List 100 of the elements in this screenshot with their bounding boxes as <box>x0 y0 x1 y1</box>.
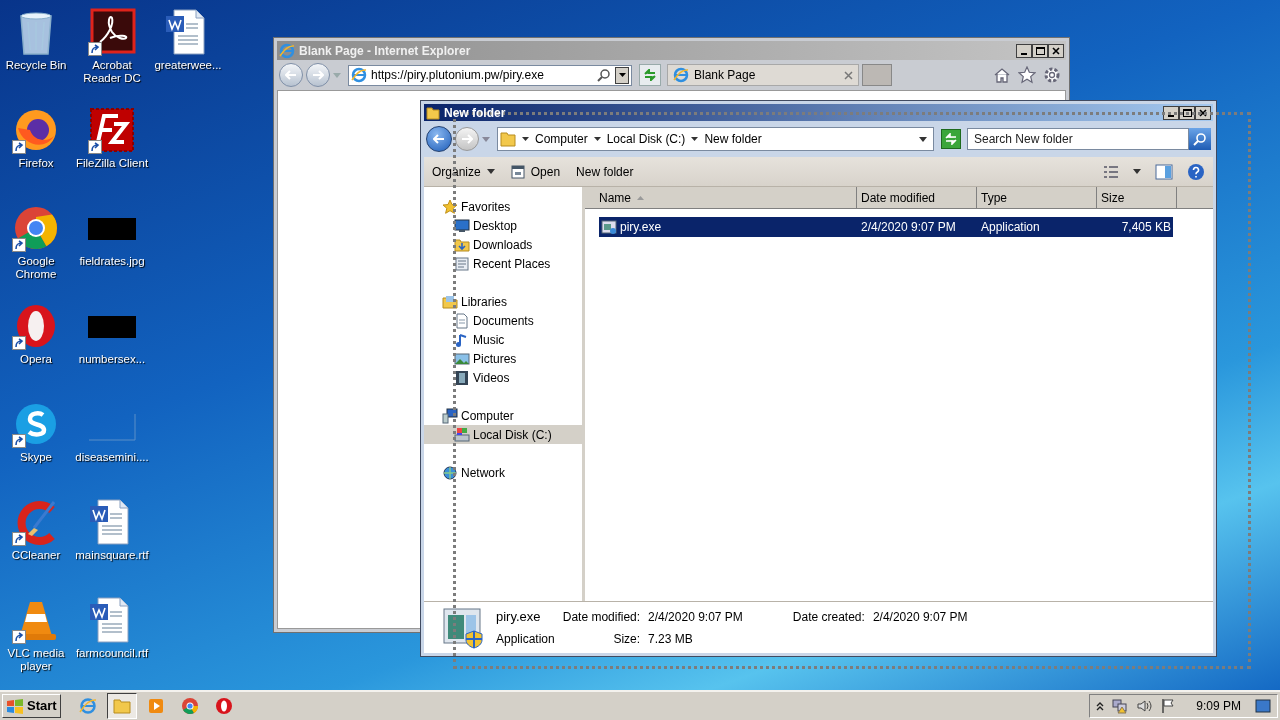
window-title: New folder <box>444 105 506 120</box>
desktop-shortcut[interactable]: Opera <box>0 298 74 366</box>
desktop-shortcut[interactable]: diseasemini.... <box>74 396 150 464</box>
desktop-shortcut[interactable]: CCleaner <box>0 494 74 562</box>
desktop-shortcut[interactable]: Acrobat Reader DC <box>74 4 150 85</box>
settings-icon[interactable] <box>1043 66 1061 84</box>
desktop-shortcut[interactable]: greaterwee... <box>150 4 226 72</box>
dropdown-button[interactable] <box>615 66 629 84</box>
desktop-shortcut[interactable]: Recycle Bin <box>0 4 74 72</box>
field-label: Size: <box>612 631 641 649</box>
folder-icon <box>500 131 516 147</box>
navigation-item[interactable]: Recent Places <box>424 254 582 273</box>
maximize-button[interactable] <box>1179 105 1195 120</box>
preview-pane-icon[interactable] <box>1155 163 1173 180</box>
close-button[interactable] <box>1195 105 1211 120</box>
caret-icon[interactable] <box>691 136 699 142</box>
desktop-shortcut[interactable]: FileZilla Client <box>74 102 150 170</box>
flag-icon[interactable] <box>1160 698 1177 714</box>
search-field[interactable]: Search New folder <box>967 128 1189 150</box>
navigation-item[interactable]: Network <box>424 463 582 482</box>
file-name: piry.exe <box>496 607 542 626</box>
ie-logo-icon <box>279 42 295 59</box>
search-icon[interactable] <box>597 68 611 82</box>
navigation-item[interactable]: Local Disk (C:) <box>424 425 582 444</box>
taskbar-button[interactable] <box>106 693 137 719</box>
chrome-icon <box>180 697 199 715</box>
media-player-icon <box>146 697 165 715</box>
search-button[interactable] <box>1189 128 1211 150</box>
desktop-shortcut[interactable]: Firefox <box>0 102 74 170</box>
forward-button[interactable] <box>306 63 330 87</box>
window-title: Blank Page - Internet Explorer <box>299 42 472 60</box>
start-button[interactable]: Start <box>2 694 61 718</box>
filezilla-icon <box>88 106 136 154</box>
close-button[interactable] <box>1048 43 1064 58</box>
navigation-item[interactable]: Computer <box>424 406 582 425</box>
caret-icon[interactable] <box>522 136 529 142</box>
navigation-item[interactable]: Videos <box>424 368 582 387</box>
toolbar-button[interactable]: Open <box>510 162 561 181</box>
navigation-item[interactable]: Libraries <box>424 292 582 311</box>
caret-icon[interactable] <box>593 136 601 142</box>
navigation-item[interactable]: Downloads <box>424 235 582 254</box>
maximize-icon <box>1182 108 1192 117</box>
desktop-shortcut[interactable]: Skype <box>0 396 74 464</box>
desktop-shortcut[interactable]: fieldrates.jpg <box>74 200 150 268</box>
address-bar[interactable]: Computer Local Disk (C:) New folder <box>497 127 934 151</box>
navigation-item[interactable]: Desktop <box>424 216 582 235</box>
desktop-shortcut[interactable]: VLC media player <box>0 592 74 673</box>
window-icon <box>510 164 525 179</box>
desktop-shortcut[interactable]: mainsquare.rtf <box>74 494 150 562</box>
field-label: Date created: <box>792 608 865 626</box>
speaker-icon[interactable] <box>1136 698 1153 714</box>
file-type: Application <box>980 219 1041 236</box>
view-options-icon[interactable] <box>1103 164 1119 179</box>
monitor-icon <box>454 217 470 234</box>
minimize-button[interactable] <box>1163 105 1179 120</box>
refresh-button[interactable] <box>941 129 961 149</box>
star-icon[interactable] <box>1018 66 1036 84</box>
breadcrumb-item[interactable]: Computer <box>535 130 588 148</box>
recent-places-icon <box>454 255 470 272</box>
field-value: 2/4/2020 9:07 PM <box>648 608 744 626</box>
clock[interactable]: 9:09 PM <box>1196 697 1241 715</box>
back-button[interactable] <box>426 126 452 152</box>
refresh-button[interactable] <box>639 64 661 86</box>
column-header[interactable]: Size <box>1097 187 1177 209</box>
home-icon[interactable] <box>993 67 1011 83</box>
caret-icon[interactable] <box>1133 169 1141 174</box>
caret-icon <box>486 169 495 174</box>
desktop-shortcut[interactable]: farmcouncil.rtf <box>74 592 150 660</box>
column-header[interactable]: Type <box>977 187 1097 209</box>
close-tab-icon[interactable] <box>844 70 853 80</box>
close-icon <box>1052 46 1060 55</box>
navigation-item[interactable]: Music <box>424 330 582 349</box>
breadcrumb-item[interactable]: New folder <box>704 130 762 148</box>
file-type: Application <box>496 631 555 649</box>
address-field[interactable]: https://piry.plutonium.pw/piry.exe <box>348 64 632 86</box>
navigation-item[interactable]: Documents <box>424 311 582 330</box>
chevron-up-icon[interactable] <box>1096 701 1105 711</box>
caret-icon[interactable] <box>919 136 927 142</box>
column-header[interactable]: Name <box>585 187 857 209</box>
application-icon <box>442 606 486 649</box>
application-icon <box>601 219 617 235</box>
desktop-shortcut[interactable]: numbersex... <box>74 298 150 366</box>
file-row[interactable]: piry.exe 2/4/2020 9:07 PM Application 7,405 KB <box>599 217 1173 237</box>
browser-tab[interactable]: Blank Page <box>667 64 859 86</box>
help-icon[interactable] <box>1187 162 1205 181</box>
network-icon[interactable] <box>1112 698 1129 714</box>
toolbar-button[interactable]: New folder <box>576 162 634 181</box>
desktop-shortcut[interactable]: Google Chrome <box>0 200 74 281</box>
maximize-button[interactable] <box>1032 43 1048 58</box>
ie-logo-icon <box>673 67 689 83</box>
navigation-item[interactable]: Pictures <box>424 349 582 368</box>
globe-icon <box>442 464 458 481</box>
field-label: Date modified: <box>562 608 641 626</box>
minimize-button[interactable] <box>1016 43 1032 58</box>
breadcrumb-item[interactable]: Local Disk (C:) <box>606 130 686 148</box>
navigation-item[interactable]: Favorites <box>424 197 582 216</box>
field-value: 7.23 MB <box>648 631 694 649</box>
back-arrow-icon <box>433 134 445 144</box>
folder-icon <box>454 236 470 253</box>
column-header[interactable]: Date modified <box>857 187 977 209</box>
